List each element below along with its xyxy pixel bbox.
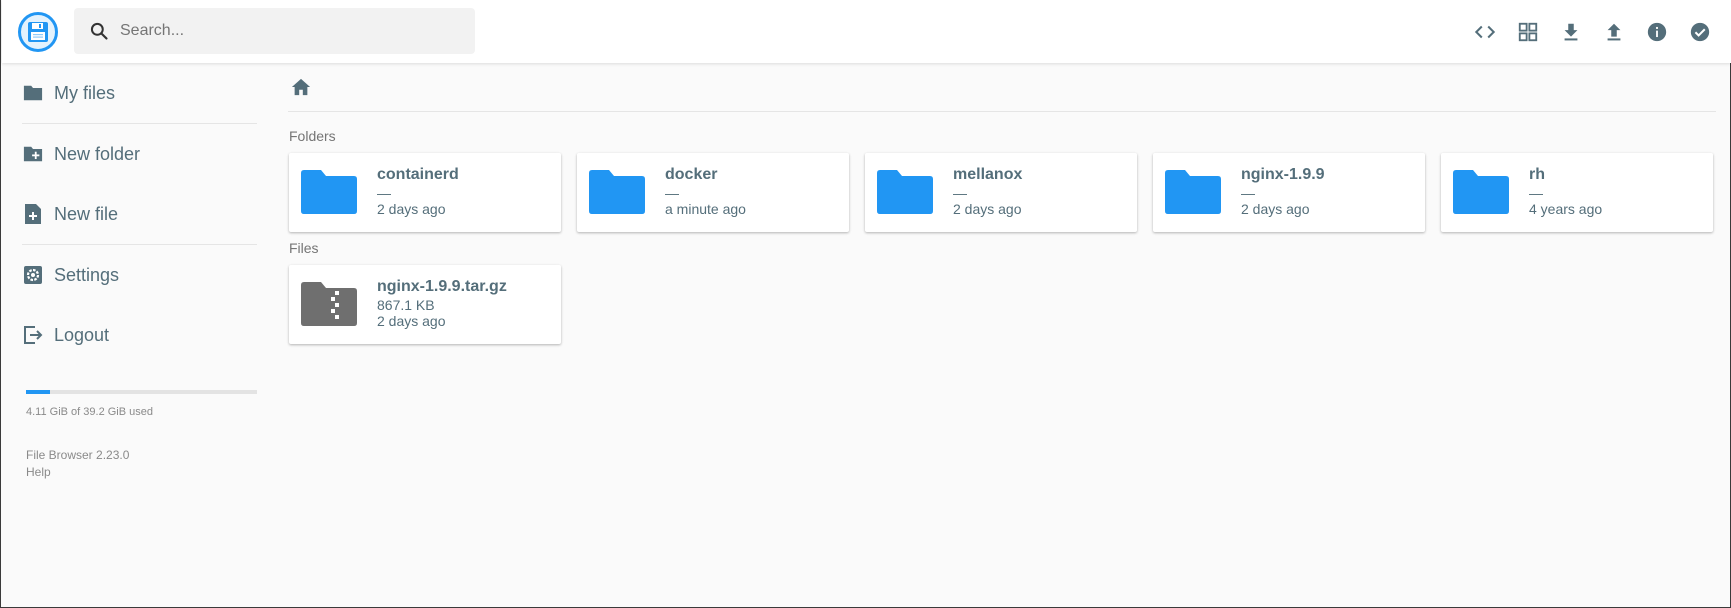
file-name: nginx-1.9.9.tar.gz [377, 278, 507, 295]
folder-icon [1165, 170, 1221, 214]
settings-icon [22, 264, 44, 286]
quota-progress-fill [26, 390, 51, 394]
files-heading: Files [289, 240, 319, 256]
folder-modified: 2 days ago [1241, 201, 1310, 217]
search-icon [88, 20, 110, 42]
folders-heading: Folders [289, 128, 336, 144]
breadcrumb [290, 75, 312, 103]
folder-name: docker [665, 166, 718, 183]
app-logo[interactable] [18, 12, 58, 52]
folder-icon [589, 170, 645, 214]
folder-icon [877, 170, 933, 214]
check-circle-icon [1690, 22, 1710, 42]
create-new-folder-icon [22, 143, 44, 165]
folder-card-rh[interactable]: rh — 4 years ago [1441, 153, 1713, 232]
quota-text: 4.11 GiB of 39.2 GiB used [26, 406, 153, 418]
folder-size: — [665, 185, 679, 201]
folder-size: — [953, 185, 967, 201]
upload-button[interactable] [1596, 12, 1632, 52]
quota-progress-bar [26, 390, 257, 394]
sidebar-item-my-files[interactable]: My files [2, 63, 257, 123]
download-button[interactable] [1553, 12, 1589, 52]
search-input[interactable] [120, 16, 460, 46]
folder-name: rh [1529, 166, 1545, 183]
folder-modified: 4 years ago [1529, 201, 1603, 217]
logout-icon [22, 324, 44, 346]
select-multiple-button[interactable] [1682, 12, 1718, 52]
folder-name: mellanox [953, 166, 1023, 183]
sidebar-item-logout[interactable]: Logout [2, 305, 257, 365]
file-modified: 2 days ago [377, 313, 446, 329]
archive-folder-icon [301, 282, 357, 326]
folder-card-nginx[interactable]: nginx-1.9.9 — 2 days ago [1153, 153, 1425, 232]
version-label: File Browser 2.23.0 [26, 448, 130, 462]
sidebar-item-settings[interactable]: Settings [2, 245, 257, 305]
sidebar-item-label: Logout [54, 324, 110, 345]
folder-modified: 2 days ago [377, 201, 446, 217]
file-size: 867.1 KB [377, 297, 435, 313]
header-actions [1467, 12, 1718, 52]
sidebar: My files New folder New file Settings Lo… [2, 63, 257, 607]
folder-icon [22, 82, 44, 104]
folder-modified: a minute ago [665, 201, 746, 217]
storage-quota: 4.11 GiB of 39.2 GiB used [26, 390, 257, 418]
note-add-icon [22, 203, 44, 225]
folder-card-docker[interactable]: docker — a minute ago [577, 153, 849, 232]
file-card-nginx-tar-gz[interactable]: nginx-1.9.9.tar.gz 867.1 KB 2 days ago [289, 265, 561, 344]
header [2, 0, 1731, 63]
sidebar-item-label: Settings [54, 264, 120, 285]
folder-size: — [1241, 185, 1255, 201]
sidebar-item-label: New file [54, 203, 119, 224]
sidebar-item-new-folder[interactable]: New folder [2, 124, 257, 184]
info-button[interactable] [1639, 12, 1675, 52]
floppy-disk-icon [28, 22, 48, 42]
code-icon [1474, 25, 1496, 39]
sidebar-item-new-file[interactable]: New file [2, 184, 257, 244]
folder-name: containerd [377, 166, 459, 183]
file-listing: Folders containerd — 2 days ago docker —… [288, 63, 1716, 607]
folder-card-containerd[interactable]: containerd — 2 days ago [289, 153, 561, 232]
folder-icon [1453, 170, 1509, 214]
sidebar-item-label: New folder [54, 143, 141, 164]
download-icon [1564, 23, 1578, 41]
folder-size: — [377, 185, 391, 201]
folder-card-mellanox[interactable]: mellanox — 2 days ago [865, 153, 1137, 232]
search-box[interactable] [74, 8, 475, 54]
code-view-button[interactable] [1467, 12, 1503, 52]
app-window: My files New folder New file Settings [0, 0, 1731, 608]
home-icon[interactable] [290, 77, 312, 102]
info-icon [1647, 22, 1667, 42]
breadcrumb-divider [288, 111, 1716, 112]
folder-icon [301, 170, 357, 214]
grid-view-icon [1518, 22, 1538, 42]
upload-icon [1607, 23, 1621, 41]
switch-view-button[interactable] [1510, 12, 1546, 52]
folder-modified: 2 days ago [953, 201, 1022, 217]
folder-size: — [1529, 185, 1543, 201]
app-meta: File Browser 2.23.0 Help [26, 447, 129, 481]
folder-name: nginx-1.9.9 [1241, 166, 1325, 183]
help-link[interactable]: Help [26, 465, 51, 479]
sidebar-item-label: My files [54, 82, 116, 103]
